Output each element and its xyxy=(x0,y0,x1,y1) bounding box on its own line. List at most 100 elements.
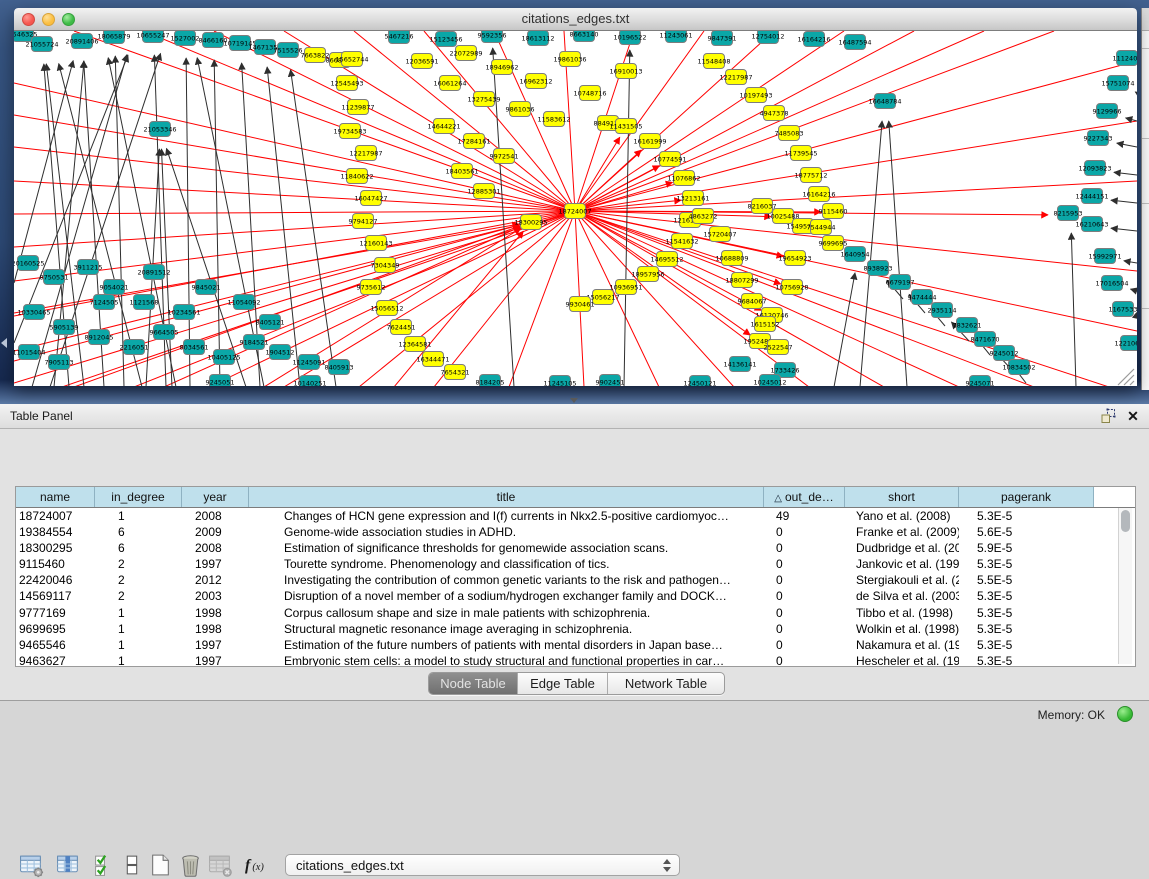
table-cell[interactable]: 1 xyxy=(95,621,182,637)
table-select[interactable]: citations_edges.txt xyxy=(285,854,680,876)
close-panel-icon[interactable]: ✕ xyxy=(1125,408,1141,424)
show-columns-button[interactable] xyxy=(55,851,82,879)
table-options-button[interactable] xyxy=(18,851,45,879)
table-cell[interactable]: 2 xyxy=(95,572,182,588)
table-cell[interactable]: 1998 xyxy=(182,621,249,637)
graph-edge[interactable] xyxy=(1111,228,1137,231)
table-cell[interactable]: 9777169 xyxy=(16,605,95,621)
table-cell[interactable]: Tibbo et al. (1998) xyxy=(845,605,959,621)
table-cell[interactable]: Changes of HCN gene expression and I(f) … xyxy=(249,508,764,524)
column-header-name[interactable]: name xyxy=(16,487,95,507)
table-cell[interactable]: 1998 xyxy=(182,605,249,621)
table-cell[interactable]: Corpus callosum shape and size in male p… xyxy=(249,605,764,621)
table-cell[interactable]: 5.3E-5 xyxy=(959,653,1094,667)
table-cell[interactable]: 0 xyxy=(764,540,845,556)
column-header-in_degree[interactable]: in_degree xyxy=(95,487,182,507)
table-cell[interactable]: 1997 xyxy=(182,653,249,667)
table-row[interactable]: 1830029562008Estimation of significance … xyxy=(16,540,1135,556)
table-cell[interactable]: 1 xyxy=(95,508,182,524)
table-cell[interactable]: Yano et al. (2008) xyxy=(845,508,959,524)
table-cell[interactable]: 1 xyxy=(95,637,182,653)
graph-edge[interactable] xyxy=(1071,233,1076,386)
graph-edge[interactable] xyxy=(14,211,575,214)
table-row[interactable]: 911546021997Tourette syndrome. Phenomeno… xyxy=(16,556,1135,572)
graph-edge[interactable] xyxy=(214,60,220,386)
table-cell[interactable]: 5.6E-5 xyxy=(959,524,1094,540)
table-cell[interactable]: 5.3E-5 xyxy=(959,621,1094,637)
table-cell[interactable]: 19384554 xyxy=(16,524,95,540)
graph-edge[interactable] xyxy=(624,50,630,386)
table-cell[interactable]: 5.3E-5 xyxy=(959,508,1094,524)
table-cell[interactable]: 6 xyxy=(95,524,182,540)
table-cell[interactable]: 9699695 xyxy=(16,621,95,637)
table-cell[interactable]: 1997 xyxy=(182,637,249,653)
column-header-year[interactable]: year xyxy=(182,487,249,507)
table-cell[interactable]: 2009 xyxy=(182,524,249,540)
table-cell[interactable]: 0 xyxy=(764,637,845,653)
graph-edge[interactable] xyxy=(1111,200,1137,203)
table-row[interactable]: 946554611997Estimation of the future num… xyxy=(16,637,1135,653)
graph-edge[interactable] xyxy=(889,121,907,386)
table-cell[interactable]: 2008 xyxy=(182,540,249,556)
table-cell[interactable]: Stergiakouli et al. (2012) xyxy=(845,572,959,588)
scrollbar-thumb[interactable] xyxy=(1121,510,1130,532)
table-row[interactable]: 2242004622012Investigating the contribut… xyxy=(16,572,1135,588)
graph-edge[interactable] xyxy=(1135,92,1137,93)
table-cell[interactable]: Investigating the contribution of common… xyxy=(249,572,764,588)
table-cell[interactable]: 6 xyxy=(95,540,182,556)
table-cell[interactable]: 5.5E-5 xyxy=(959,572,1094,588)
graph-edge[interactable] xyxy=(1124,261,1137,263)
table-cell[interactable]: Embryonic stem cells: a model to study s… xyxy=(249,653,764,667)
graph-edge[interactable] xyxy=(575,181,1137,211)
column-header-pagerank[interactable]: pagerank xyxy=(959,487,1094,507)
graph-edge[interactable] xyxy=(214,31,575,211)
table-cell[interactable]: Disruption of a novel member of a sodium… xyxy=(249,588,764,604)
column-header-out_de[interactable]: △out_de… xyxy=(764,487,845,507)
graph-edge[interactable] xyxy=(575,31,1054,211)
table-cell[interactable]: Estimation of the future numbers of pati… xyxy=(249,637,764,653)
table-row[interactable]: 977716911998Corpus callosum shape and si… xyxy=(16,605,1135,621)
table-cell[interactable]: Wolkin et al. (1998) xyxy=(845,621,959,637)
table-row[interactable]: 946362711997Embryonic stem cells: a mode… xyxy=(16,653,1135,667)
graph-edge[interactable] xyxy=(1131,289,1137,291)
graph-edge[interactable] xyxy=(14,61,73,283)
table-cell[interactable]: 0 xyxy=(764,572,845,588)
table-cell[interactable]: 5.3E-5 xyxy=(959,637,1094,653)
graph-edge[interactable] xyxy=(115,56,124,386)
table-cell[interactable]: 5.3E-5 xyxy=(959,605,1094,621)
function-builder-button[interactable]: f (x) xyxy=(243,851,270,879)
table-row[interactable]: 969969511998Structural magnetic resonanc… xyxy=(16,621,1135,637)
table-cell[interactable]: Franke et al. (2009) xyxy=(845,524,959,540)
table-cell[interactable]: 0 xyxy=(764,605,845,621)
table-cell[interactable]: 0 xyxy=(764,588,845,604)
table-cell[interactable]: Dudbridge et al. (2008) xyxy=(845,540,959,556)
table-cell[interactable]: Structural magnetic resonance image aver… xyxy=(249,621,764,637)
tab-node-table[interactable]: Node Table xyxy=(429,673,518,694)
table-cell[interactable]: 14569117 xyxy=(16,588,95,604)
table-cell[interactable]: 5.3E-5 xyxy=(959,556,1094,572)
table-cell[interactable]: Estimation of significance thresholds fo… xyxy=(249,540,764,556)
table-cell[interactable]: 0 xyxy=(764,524,845,540)
table-cell[interactable]: Jankovic et al. (1997) xyxy=(845,556,959,572)
table-cell[interactable]: 2 xyxy=(95,588,182,604)
select-columns-button[interactable] xyxy=(92,851,119,879)
table-cell[interactable]: 2012 xyxy=(182,572,249,588)
table-cell[interactable]: 9115460 xyxy=(16,556,95,572)
table-cell[interactable]: Genome-wide association studies in ADHD. xyxy=(249,524,764,540)
table-cell[interactable]: 9465546 xyxy=(16,637,95,653)
table-cell[interactable]: Hescheler et al. (1997) xyxy=(845,653,959,667)
graph-edge[interactable] xyxy=(1114,172,1137,175)
table-cell[interactable]: 18300295 xyxy=(16,540,95,556)
table-cell[interactable]: 0 xyxy=(764,653,845,667)
network-canvas[interactable]: 1872400718300295154632521055724208914061… xyxy=(14,31,1137,386)
column-header-title[interactable]: title xyxy=(249,487,764,507)
table-cell[interactable]: Tourette syndrome. Phenomenology and cla… xyxy=(249,556,764,572)
left-panel-collapse-arrow-icon[interactable] xyxy=(1,338,7,348)
table-cell[interactable]: 18724007 xyxy=(16,508,95,524)
table-cell[interactable]: 49 xyxy=(764,508,845,524)
table-cell[interactable]: 2003 xyxy=(182,588,249,604)
table-cell[interactable]: 5.9E-5 xyxy=(959,540,1094,556)
resize-grip-icon[interactable] xyxy=(1124,375,1134,385)
splitter-handle-icon[interactable] xyxy=(570,398,578,403)
table-cell[interactable]: 1 xyxy=(95,653,182,667)
